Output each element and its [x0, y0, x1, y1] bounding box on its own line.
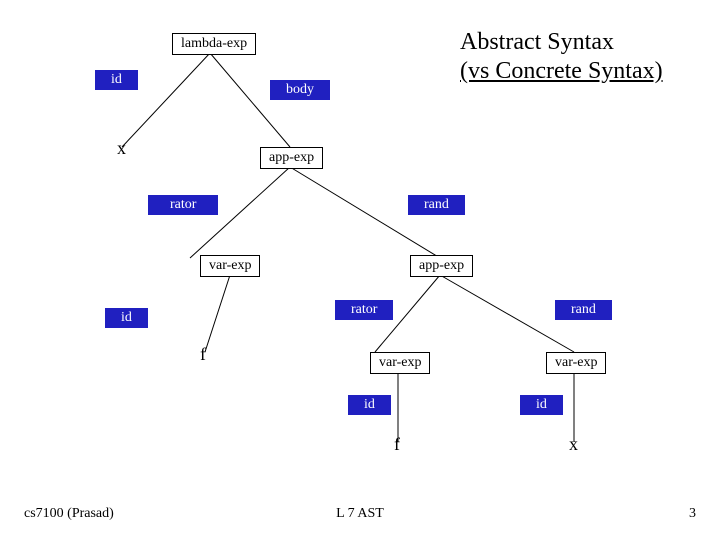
- edge-id-3: id: [348, 395, 391, 415]
- page-number: 3: [689, 506, 696, 522]
- edge-id-4: id: [520, 395, 563, 415]
- node-var-exp-2: var-exp: [370, 352, 430, 374]
- footer-center: L 7 AST: [336, 506, 384, 522]
- title-line2: (vs Concrete Syntax): [460, 58, 663, 84]
- edge-id-1: id: [95, 70, 138, 90]
- edge-rator-1: rator: [148, 195, 218, 215]
- edge-rand-2: rand: [555, 300, 612, 320]
- slide-title: Abstract Syntax (vs Concrete Syntax): [460, 28, 663, 86]
- leaf-f-2: f: [394, 434, 400, 455]
- leaf-x-2: x: [569, 434, 578, 455]
- node-app-exp-2: app-exp: [410, 255, 473, 277]
- node-var-exp-3: var-exp: [546, 352, 606, 374]
- node-var-exp-1: var-exp: [200, 255, 260, 277]
- edge-body: body: [270, 80, 330, 100]
- footer-author: cs7100 (Prasad): [24, 506, 114, 522]
- edge-id-2: id: [105, 308, 148, 328]
- node-lambda-exp: lambda-exp: [172, 33, 256, 55]
- leaf-f-1: f: [200, 344, 206, 365]
- title-line1: Abstract Syntax: [460, 29, 614, 55]
- edge-rand-1: rand: [408, 195, 465, 215]
- node-app-exp-1: app-exp: [260, 147, 323, 169]
- leaf-x-1: x: [117, 138, 126, 159]
- edge-rator-2: rator: [335, 300, 393, 320]
